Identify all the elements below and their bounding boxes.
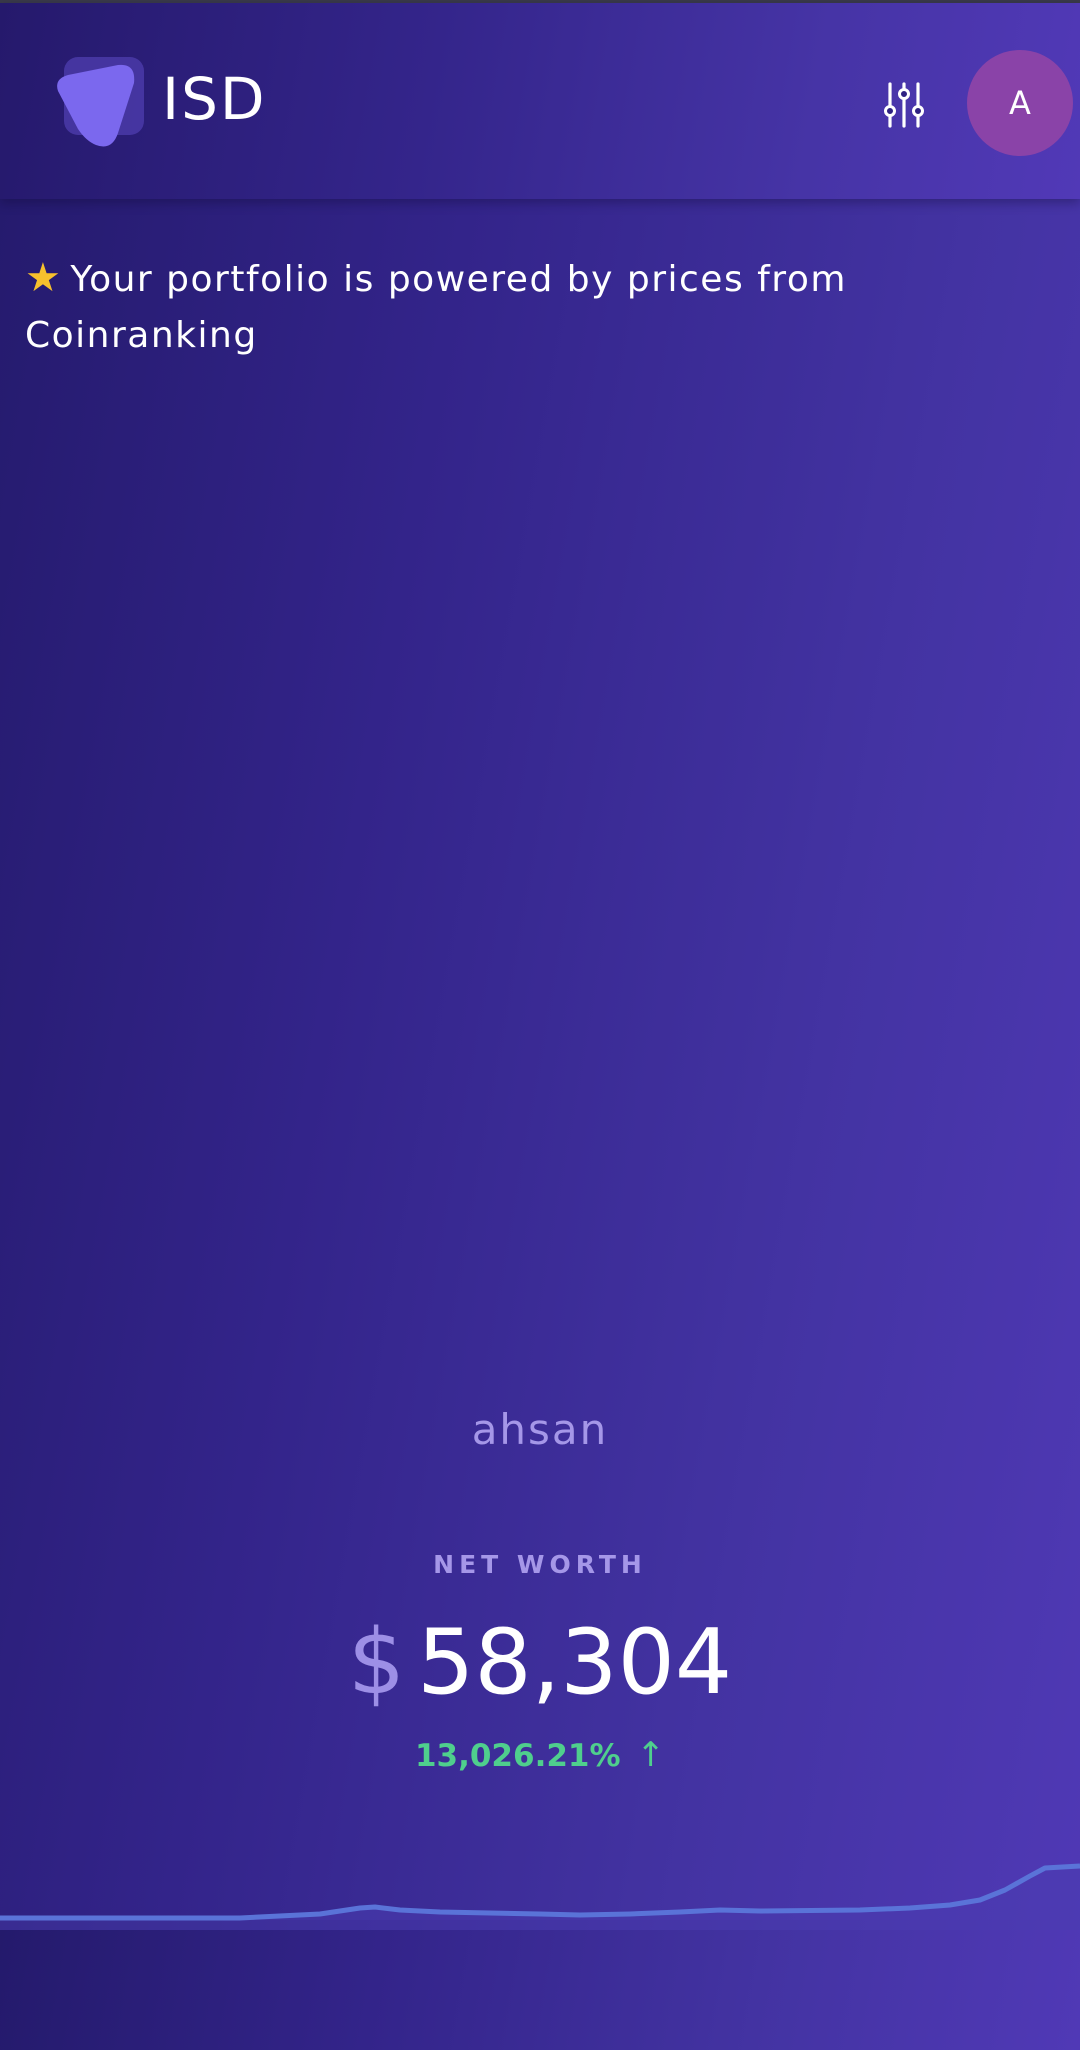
notice-text: Your portfolio is powered by prices from… [25, 259, 847, 356]
user-avatar[interactable]: A [967, 50, 1073, 156]
app-screen: ISD A ★ Your portfolio is powered by pric… [0, 0, 1080, 2050]
app-header: ISD A [0, 3, 1080, 199]
app-logo-icon[interactable] [52, 55, 148, 151]
price-source-notice: ★ Your portfolio is powered by prices fro… [25, 250, 1055, 364]
net-worth-value: $58,304 [0, 1610, 1080, 1715]
net-worth-amount: 58,304 [417, 1610, 733, 1715]
arrow-up-icon: ↑ [636, 1735, 666, 1775]
filter-settings-button[interactable] [874, 75, 934, 135]
net-worth-label: NET WORTH [433, 1550, 647, 1579]
app-title: ISD [162, 65, 267, 133]
change-percent: 13,026.21% [414, 1738, 621, 1774]
currency-symbol: $ [347, 1610, 406, 1715]
portfolio-name: ahsan [471, 1405, 609, 1454]
star-icon: ★ [25, 255, 63, 301]
net-worth-change: 13,026.21% ↑ [0, 1735, 1080, 1775]
portfolio-sparkline [0, 1863, 1080, 1930]
sliders-icon [884, 82, 924, 128]
